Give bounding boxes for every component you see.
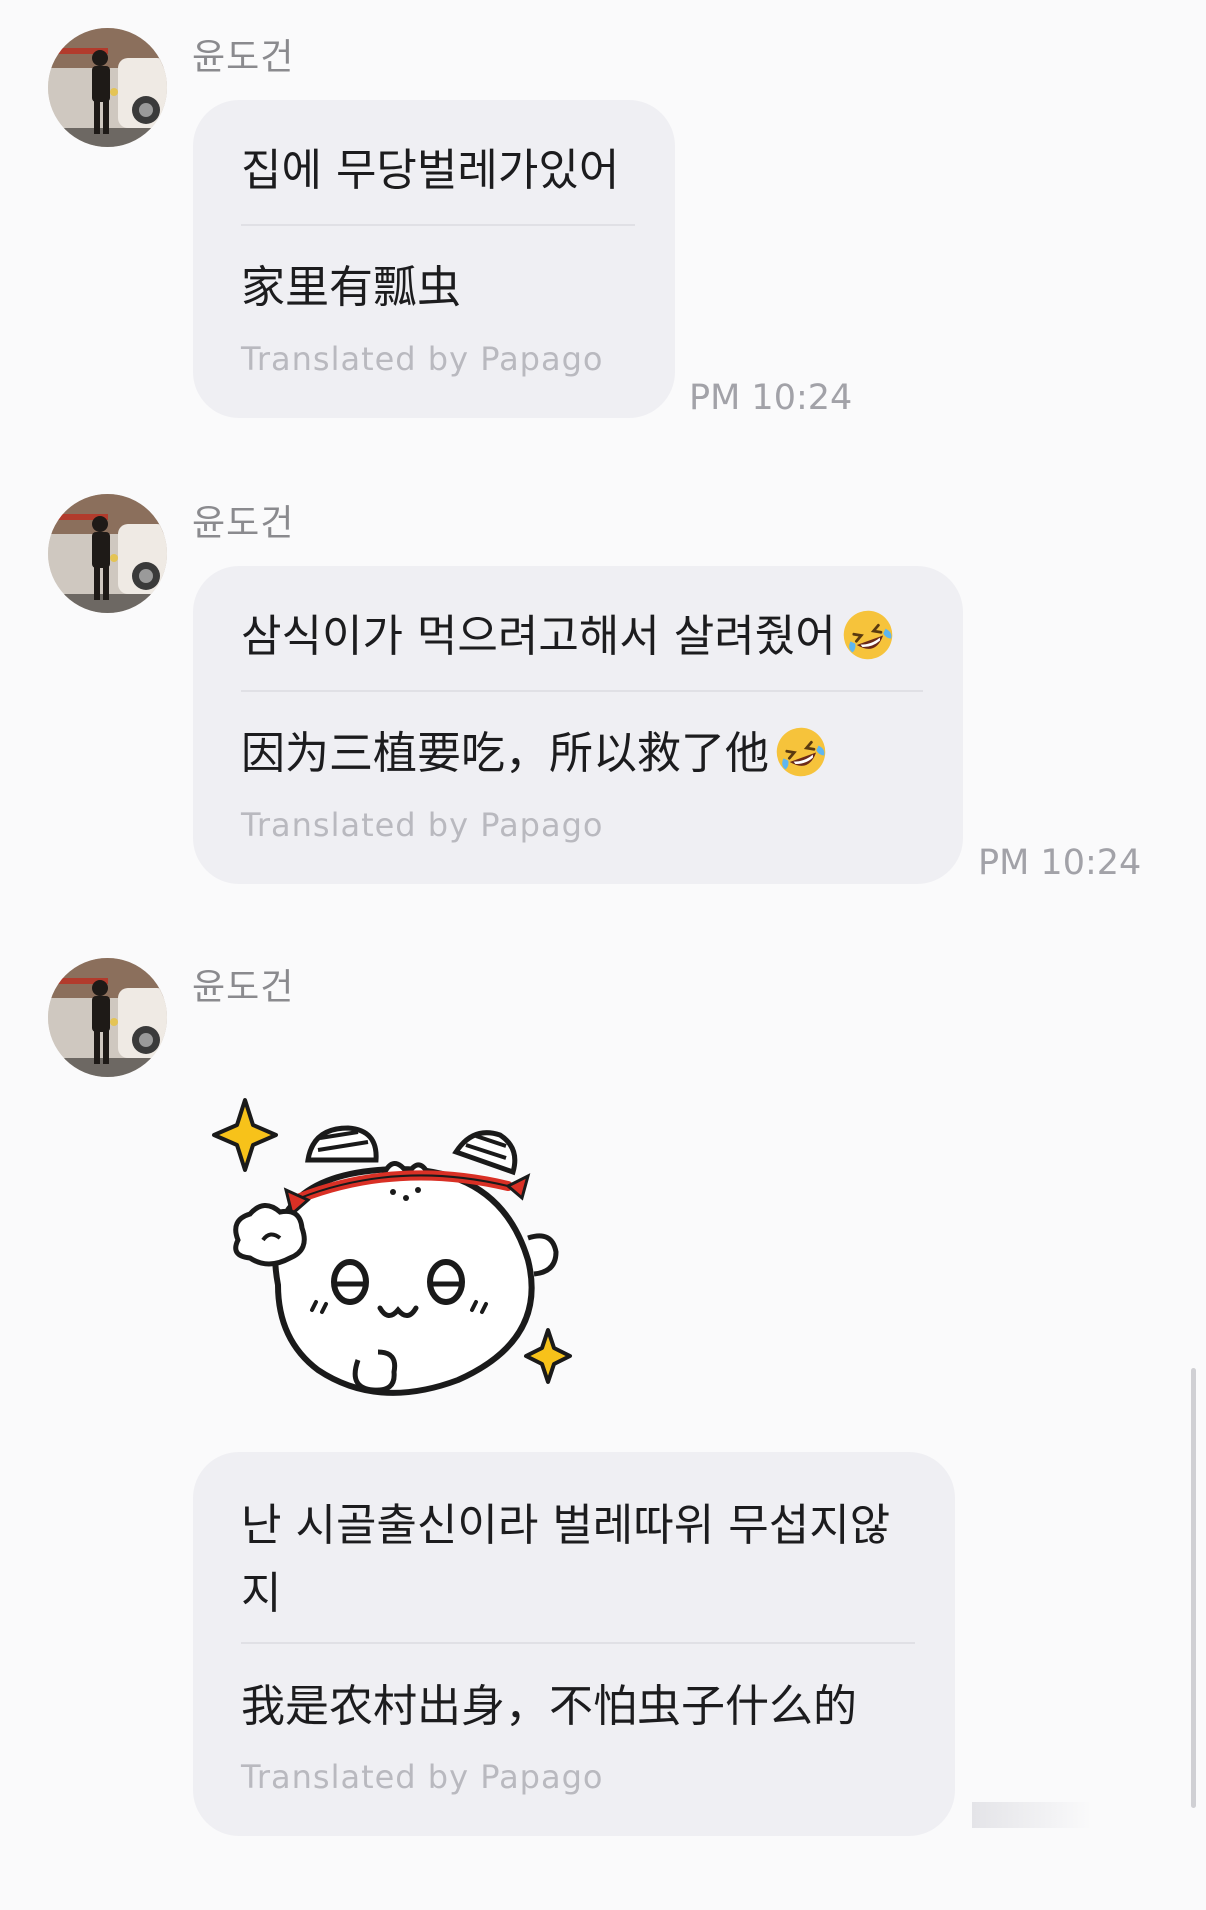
rolling-on-floor-laughing-icon bbox=[840, 607, 896, 663]
translated-text: 我是农村出身，不怕虫子什么的 bbox=[241, 1681, 857, 1732]
original-text: 삼식이가 먹으려고해서 살려줬어 bbox=[241, 611, 836, 662]
papago-credit: Translated by Papago bbox=[241, 806, 604, 844]
sender-avatar[interactable] bbox=[48, 494, 167, 613]
translation-divider bbox=[241, 224, 635, 226]
avatar-photo bbox=[48, 28, 167, 147]
message-bubble[interactable]: 난 시골출신이라 벌레따위 무섭지않지 我是农村出身，不怕虫子什么的 Trans… bbox=[193, 1452, 955, 1836]
fade-overlay bbox=[972, 1802, 1092, 1828]
message-timestamp: PM 10:24 bbox=[978, 843, 1142, 883]
message-bubble[interactable]: 삼식이가 먹으려고해서 살려줬어 因为三植要吃，所以救了他 Translated… bbox=[193, 566, 963, 884]
cartoon-creature-sticker[interactable] bbox=[208, 1090, 588, 1410]
papago-credit: Translated by Papago bbox=[241, 340, 604, 378]
sender-avatar[interactable] bbox=[48, 28, 167, 147]
rolling-on-floor-laughing-icon bbox=[773, 724, 829, 780]
original-line: 삼식이가 먹으려고해서 살려줬어 bbox=[241, 604, 923, 670]
avatar-photo bbox=[48, 958, 167, 1077]
original-text: 집에 무당벌레가있어 bbox=[241, 145, 620, 196]
sender-name: 윤도건 bbox=[192, 967, 295, 1008]
translated-line: 因为三植要吃，所以救了他 bbox=[241, 721, 923, 787]
sparkle-icon bbox=[212, 1098, 278, 1172]
original-text: 난 시골출신이라 벌레따위 무섭지않지 bbox=[241, 1500, 891, 1619]
papago-credit: Translated by Papago bbox=[241, 1758, 604, 1796]
sender-name: 윤도건 bbox=[192, 37, 295, 78]
sparkle-icon bbox=[524, 1328, 572, 1384]
translation-divider bbox=[241, 690, 923, 692]
translated-text: 家里有瓢虫 bbox=[241, 262, 461, 313]
translation-divider bbox=[241, 1642, 915, 1644]
message-bubble[interactable]: 집에 무당벌레가있어 家里有瓢虫 Translated by Papago bbox=[193, 100, 675, 418]
translated-text: 因为三植要吃，所以救了他 bbox=[241, 728, 769, 779]
scrollbar[interactable] bbox=[1191, 1368, 1196, 1808]
sender-name: 윤도건 bbox=[192, 503, 295, 544]
avatar-photo bbox=[48, 494, 167, 613]
message-timestamp: PM 10:24 bbox=[689, 378, 853, 418]
sender-avatar[interactable] bbox=[48, 958, 167, 1077]
